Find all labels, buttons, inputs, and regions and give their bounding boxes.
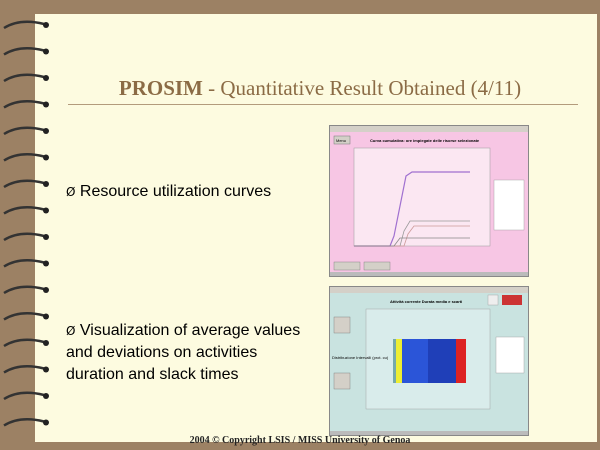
spiral-binding <box>3 20 49 427</box>
binding-ring <box>3 179 49 189</box>
binding-ring <box>3 73 49 83</box>
screenshot-resource-curves: Menu Curva cumulativa: ore impiegate del… <box>329 125 529 277</box>
duration-deviations-image: Attività corrente Durata media e scarti … <box>330 287 528 435</box>
duration-chart-title: Attività corrente Durata media e scarti <box>390 299 462 304</box>
binding-ring <box>3 338 49 348</box>
binding-ring <box>3 259 49 268</box>
bullet-text: Resource utilization curves <box>79 183 272 200</box>
screenshot-duration-deviations: Attività corrente Durata media e scarti … <box>329 286 529 436</box>
binding-ring <box>3 47 49 56</box>
title-bold: PROSIM <box>118 76 203 100</box>
binding-ring <box>3 126 49 136</box>
binding-ring <box>3 285 49 295</box>
binding-ring <box>3 100 49 109</box>
menu-button-label: Menu <box>336 138 346 143</box>
box-label: Distribuzione Intervalli (prot. cu) <box>332 355 389 360</box>
bullet-visualization: Ø Visualization of average values and de… <box>66 320 306 386</box>
binding-ring <box>3 206 49 215</box>
binding-ring <box>3 232 49 242</box>
binding-ring <box>3 391 49 401</box>
bullet-marker: Ø <box>66 324 76 338</box>
binding-ring <box>3 365 49 374</box>
binding-ring <box>3 418 49 427</box>
resource-curves-image: Menu Curva cumulativa: ore impiegate del… <box>330 126 528 276</box>
copyright-footer: 2004 © Copyright LSIS / MISS University … <box>189 435 411 446</box>
bullet-resource-curves: Ø Resource utilization curves <box>66 183 271 201</box>
slide-title: PROSIM - Quantitative Result Obtained (4… <box>60 76 580 101</box>
binding-ring <box>3 20 49 30</box>
title-divider <box>68 104 578 105</box>
title-rest: - Quantitative Result Obtained (4/11) <box>202 76 522 100</box>
binding-ring <box>3 312 49 321</box>
bullet-marker: Ø <box>66 185 76 199</box>
curve-chart-title: Curva cumulativa: ore impiegate delle ri… <box>370 138 480 143</box>
bullet-text: Visualization of average values and devi… <box>66 322 301 383</box>
binding-ring <box>3 153 49 162</box>
